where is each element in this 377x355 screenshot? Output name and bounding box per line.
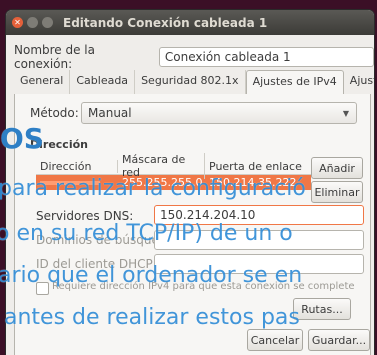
tab-security-8021x[interactable]: Seguridad 802.1x <box>135 70 246 94</box>
column-header-address[interactable]: Dirección <box>36 159 118 173</box>
redacted-address-bar <box>40 181 100 185</box>
method-label: Método: <box>30 106 79 120</box>
dns-servers-input[interactable]: 150.214.204.10 <box>154 205 364 225</box>
chevron-down-icon: ▼ <box>342 109 349 118</box>
save-button[interactable]: Guardar... <box>308 329 370 351</box>
close-icon: ✕ <box>14 17 21 27</box>
routes-button[interactable]: Rutas... <box>293 298 351 320</box>
maximize-window-button[interactable] <box>42 17 53 28</box>
gateway-cell: 150.214.35.222 <box>209 176 297 189</box>
table-row[interactable]: 255.255.255.0 150.214.35.222 <box>36 175 311 190</box>
connection-name-label: Nombre de la conexión: <box>14 43 95 71</box>
connection-name-row: Nombre de la conexión: Conexión cableada… <box>14 43 374 71</box>
tab-ipv4-settings[interactable]: Ajustes de IPv4 <box>245 70 344 94</box>
minimize-window-button[interactable] <box>27 17 38 28</box>
addresses-table-header: Dirección Máscara de red Puerta de enlac… <box>36 153 311 179</box>
cancel-button[interactable]: Cancelar <box>247 329 303 351</box>
address-cell <box>36 176 118 189</box>
close-window-button[interactable]: ✕ <box>12 17 23 28</box>
dhcp-client-id-input[interactable] <box>154 254 364 274</box>
delete-address-button[interactable]: Eliminar <box>311 181 363 203</box>
require-ipv4-checkbox[interactable] <box>36 282 49 295</box>
netmask-cell: 255.255.255.0 <box>122 176 203 189</box>
add-address-button[interactable]: Añadir <box>311 157 363 179</box>
title-bar: ✕ Editando Conexión cableada 1 <box>6 10 374 35</box>
dns-servers-value: 150.214.204.10 <box>160 208 256 222</box>
dns-servers-label: Servidores DNS: <box>36 209 134 223</box>
window-title: Editando Conexión cableada 1 <box>63 15 268 30</box>
addresses-section-label: Dirección <box>30 138 88 151</box>
column-header-gateway[interactable]: Puerta de enlace <box>205 160 311 173</box>
dhcp-client-id-label: ID del cliente DHCP: <box>36 257 157 271</box>
tab-wired[interactable]: Cableada <box>70 70 136 94</box>
tab-ipv6-settings[interactable]: Ajustes de IPv6 <box>344 70 374 94</box>
addresses-table: Dirección Máscara de red Puerta de enlac… <box>36 153 311 190</box>
edit-connection-window: ✕ Editando Conexión cableada 1 Nombre de… <box>6 10 374 355</box>
tab-general[interactable]: General <box>14 70 71 94</box>
settings-tabs: General Cableada Seguridad 802.1x Ajuste… <box>14 70 374 95</box>
method-value: Manual <box>88 106 132 120</box>
connection-name-value: Conexión cableada 1 <box>164 50 291 64</box>
require-ipv4-label: Requiere dirección IPv4 para que esta co… <box>52 281 355 292</box>
connection-name-input[interactable]: Conexión cableada 1 <box>158 47 374 67</box>
search-domains-input[interactable] <box>154 230 364 250</box>
method-select[interactable]: Manual ▼ <box>81 102 357 124</box>
